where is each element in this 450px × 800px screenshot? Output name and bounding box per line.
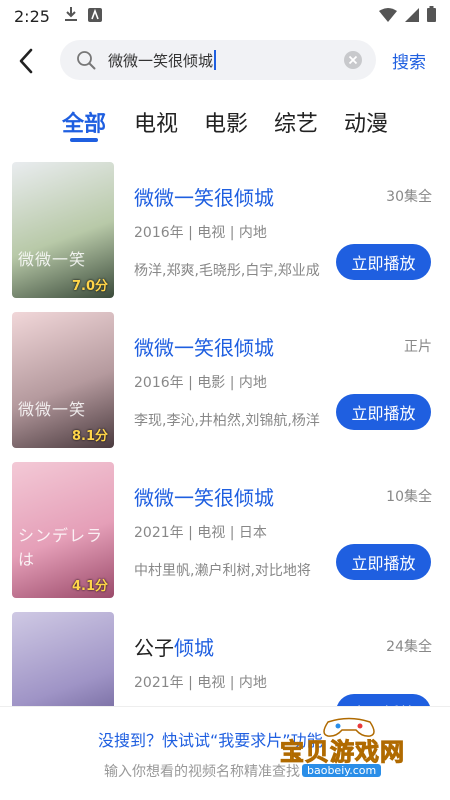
download-icon: [64, 6, 78, 26]
result-cast: 杨洋,郑爽,毛晓彤,白宇,郑业成: [134, 263, 320, 279]
tab-anime[interactable]: 动漫: [344, 106, 388, 138]
episode-count: 正片: [404, 339, 432, 355]
request-hint: 输入你想看的视频名称精准查找: [104, 764, 300, 780]
episode-count: 30集全: [386, 189, 432, 205]
search-button[interactable]: 搜索: [392, 48, 426, 73]
poster-score: 4.1分: [71, 579, 108, 594]
result-item[interactable]: シンデレラは 4.1分 微微一笑很倾城 10集全 2021年 | 电视 | 日本…: [0, 462, 450, 598]
clear-icon: [344, 51, 362, 69]
battery-icon: [427, 6, 436, 26]
tab-variety[interactable]: 综艺: [274, 106, 318, 138]
tab-movie[interactable]: 电影: [204, 106, 248, 138]
category-tabs: 全部 电视 电影 综艺 动漫: [0, 100, 450, 144]
result-meta: 2016年 | 电影 | 内地: [134, 375, 267, 391]
search-query: 微微一笑很倾城: [108, 51, 214, 70]
result-meta: 2016年 | 电视 | 内地: [134, 225, 267, 241]
result-item[interactable]: 微微一笑 8.1分 微微一笑很倾城 正片 2016年 | 电影 | 内地 李现,…: [0, 312, 450, 448]
poster-image[interactable]: 微微一笑 7.0分: [12, 162, 114, 298]
result-meta: 2021年 | 电视 | 内地: [134, 675, 267, 691]
result-title[interactable]: 公子倾城: [134, 632, 214, 661]
tab-tv[interactable]: 电视: [134, 106, 178, 138]
play-now-button[interactable]: 立即播放: [336, 544, 431, 580]
episode-count: 24集全: [386, 639, 432, 655]
search-input[interactable]: 微微一笑很倾城: [60, 40, 376, 80]
text-caret: [214, 50, 217, 70]
result-item[interactable]: 微微一笑 7.0分 微微一笑很倾城 30集全 2016年 | 电视 | 内地 杨…: [0, 162, 450, 298]
clear-search-button[interactable]: [342, 49, 364, 71]
signal-icon: [405, 7, 419, 26]
poster-score: 7.0分: [71, 279, 108, 294]
result-meta: 2021年 | 电视 | 日本: [134, 525, 267, 541]
episode-count: 10集全: [386, 489, 432, 505]
search-header: 微微一笑很倾城 搜索: [0, 38, 450, 84]
back-arrow-icon: [19, 48, 33, 74]
play-now-button[interactable]: 立即播放: [336, 394, 431, 430]
back-button[interactable]: [12, 46, 40, 76]
result-title[interactable]: 微微一笑很倾城: [134, 182, 274, 211]
search-icon: [76, 50, 96, 70]
result-title[interactable]: 微微一笑很倾城: [134, 482, 274, 511]
active-tab-indicator: [70, 138, 98, 142]
poster-score: 8.1分: [71, 429, 108, 444]
tab-all[interactable]: 全部: [62, 106, 106, 138]
poster-image[interactable]: シンデレラは 4.1分: [12, 462, 114, 598]
status-bar: 2:25: [0, 0, 450, 32]
site-watermark-logo: 宝贝游戏网 baobeiy.com: [276, 716, 416, 790]
app-notification-icon: [87, 7, 102, 26]
result-title[interactable]: 微微一笑很倾城: [134, 332, 274, 361]
status-time: 2:25: [14, 6, 50, 26]
play-now-button[interactable]: 立即播放: [336, 244, 431, 280]
result-cast: 李现,李沁,井柏然,刘锦航,杨洋: [134, 413, 320, 429]
poster-title-text: シンデレラは: [18, 526, 104, 569]
poster-title-text: 微微一笑: [18, 400, 87, 419]
result-cast: 中村里帆,濑户利树,对比地将: [134, 563, 311, 579]
poster-image[interactable]: 微微一笑 8.1分: [12, 312, 114, 448]
wifi-icon: [379, 7, 397, 26]
poster-title-text: 微微一笑: [18, 250, 87, 269]
